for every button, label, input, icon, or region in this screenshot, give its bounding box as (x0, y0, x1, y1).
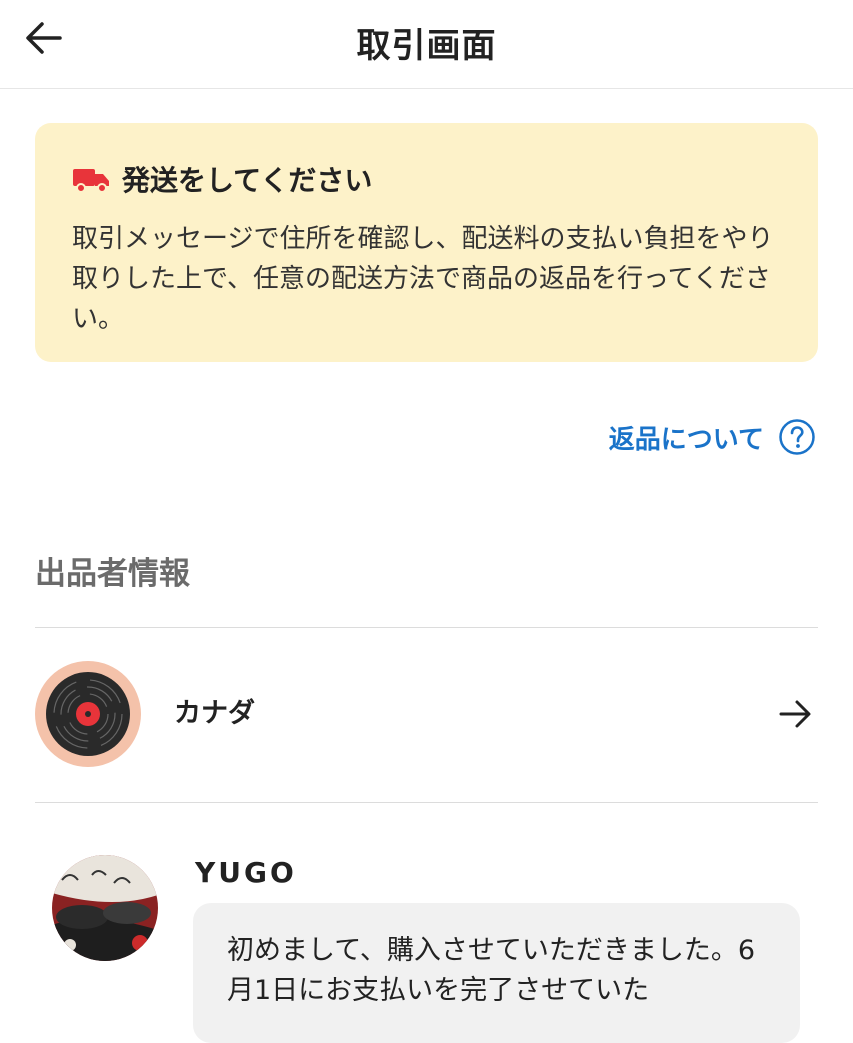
message-text: 初めまして、購入させていただきました。6月1日にお支払いを完了させていた (227, 935, 756, 1006)
divider (35, 627, 818, 628)
divider (35, 802, 818, 803)
shipping-notice: 発送をしてください 取引メッセージで住所を確認し、配送料の支払い負担をやり取りし… (35, 123, 818, 362)
message-sender-name: YUGO (195, 856, 297, 889)
seller-section-title: 出品者情報 (35, 556, 190, 592)
sender-avatar (52, 855, 158, 961)
return-info-link[interactable]: 返品について (609, 418, 816, 456)
seller-name: カナダ (174, 698, 255, 729)
seller-row[interactable]: カナダ (35, 661, 818, 771)
vinyl-record-icon (35, 661, 141, 767)
notice-title: 発送をしてください (122, 164, 373, 197)
notice-header: 発送をしてください (72, 159, 372, 199)
arrow-right-icon (779, 700, 811, 728)
header-bar: 取引画面 (0, 0, 853, 89)
help-circle-icon (779, 419, 815, 455)
page-title: 取引画面 (356, 26, 497, 66)
notice-body: 取引メッセージで住所を確認し、配送料の支払い負担をやり取りした上で、任意の配送方… (72, 224, 774, 334)
message-bubble: 初めまして、購入させていただきました。6月1日にお支払いを完了させていた (193, 903, 800, 1043)
truck-icon (73, 169, 109, 193)
return-info-label: 返品について (608, 424, 764, 455)
